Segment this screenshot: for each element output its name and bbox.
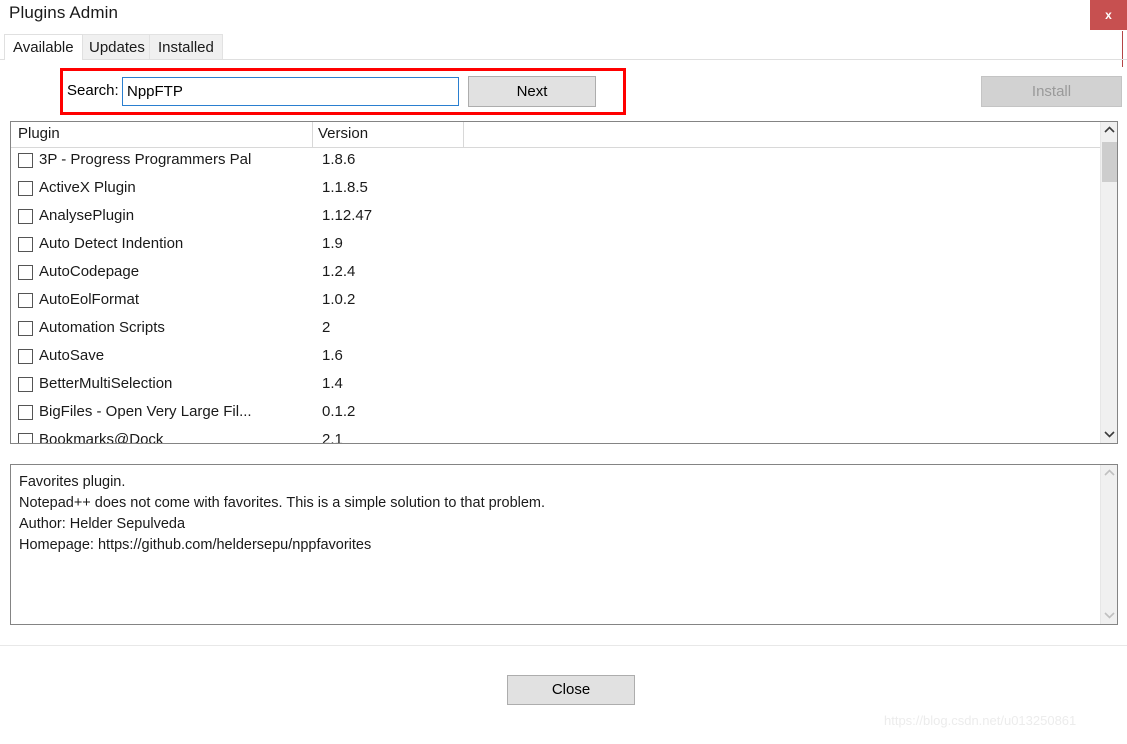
watermark-text: https://blog.csdn.net/u013250861 xyxy=(884,713,1077,728)
install-button[interactable]: Install xyxy=(981,76,1122,107)
plugin-checkbox[interactable] xyxy=(18,209,33,224)
plugin-version: 1.2.4 xyxy=(322,263,356,280)
plugin-checkbox[interactable] xyxy=(18,405,33,420)
plugin-name: AutoEolFormat xyxy=(39,291,140,308)
plugin-version: 1.9 xyxy=(322,235,343,252)
table-row[interactable]: AutoSave 1.6 xyxy=(11,344,1117,372)
close-button[interactable]: Close xyxy=(507,675,635,705)
table-row[interactable]: AnalysePlugin 1.12.47 xyxy=(11,204,1117,232)
plugin-name: 3P - Progress Programmers Pal xyxy=(39,151,252,168)
search-input[interactable] xyxy=(122,77,459,106)
plugin-name: Auto Detect Indention xyxy=(39,235,184,252)
plugin-checkbox[interactable] xyxy=(18,293,33,308)
plugin-name: BigFiles - Open Very Large Fil... xyxy=(39,403,252,420)
plugin-version: 1.4 xyxy=(322,375,343,392)
plugin-name: ActiveX Plugin xyxy=(39,179,136,196)
search-label: Search: xyxy=(67,82,119,99)
plugin-checkbox[interactable] xyxy=(18,433,33,443)
plugin-list-header: Plugin Version xyxy=(11,122,1117,148)
tab-available[interactable]: Available xyxy=(4,34,83,60)
next-button[interactable]: Next xyxy=(468,76,596,107)
tab-updates[interactable]: Updates xyxy=(80,34,154,59)
window-close-button[interactable]: x xyxy=(1090,0,1127,30)
tab-strip: Available Updates Installed xyxy=(0,34,1127,60)
table-row[interactable]: BigFiles - Open Very Large Fil... 0.1.2 xyxy=(11,400,1117,428)
plugin-checkbox[interactable] xyxy=(18,349,33,364)
plugin-name: AutoSave xyxy=(39,347,105,364)
column-divider-2[interactable] xyxy=(463,122,464,147)
plugin-name: AnalysePlugin xyxy=(39,207,135,224)
plugin-name: Automation Scripts xyxy=(39,319,165,336)
plugin-name: BetterMultiSelection xyxy=(39,375,173,392)
plugin-name: AutoCodepage xyxy=(39,263,140,280)
table-row[interactable]: BetterMultiSelection 1.4 xyxy=(11,372,1117,400)
close-x-icon: x xyxy=(1105,8,1112,22)
plugin-checkbox[interactable] xyxy=(18,321,33,336)
plugin-version: 1.1.8.5 xyxy=(322,179,368,196)
column-header-plugin: Plugin xyxy=(18,125,60,142)
plugin-list-panel: Plugin Version 3P - Progress Programmers… xyxy=(10,121,1118,444)
plugin-list-scrollbar[interactable] xyxy=(1100,122,1117,443)
description-scrollbar[interactable] xyxy=(1100,465,1117,624)
plugin-checkbox[interactable] xyxy=(18,377,33,392)
table-row[interactable]: Automation Scripts 2 xyxy=(11,316,1117,344)
table-row[interactable]: Bookmarks@Dock 2.1 xyxy=(11,428,1117,444)
plugins-admin-dialog: Plugins Admin x Available Updates Instal… xyxy=(0,0,1127,744)
description-text: Favorites plugin. Notepad++ does not com… xyxy=(19,474,546,553)
scroll-up-arrow-icon[interactable] xyxy=(1101,122,1117,139)
plugin-version: 0.1.2 xyxy=(322,403,356,420)
plugin-version: 1.12.47 xyxy=(322,207,373,224)
footer-separator xyxy=(0,645,1127,646)
tab-installed[interactable]: Installed xyxy=(149,34,223,59)
column-divider-1[interactable] xyxy=(312,122,313,147)
plugin-version: 1.6 xyxy=(322,347,343,364)
plugin-version: 1.8.6 xyxy=(322,151,356,168)
column-header-version: Version xyxy=(318,125,369,142)
description-scroll-up-arrow-icon[interactable] xyxy=(1101,465,1117,482)
title-bar: Plugins Admin x xyxy=(0,0,1127,31)
plugin-version: 2 xyxy=(322,319,331,336)
description-scroll-down-arrow-icon[interactable] xyxy=(1101,607,1117,624)
table-row[interactable]: 3P - Progress Programmers Pal 1.8.6 xyxy=(11,148,1117,176)
scroll-down-arrow-icon[interactable] xyxy=(1101,426,1117,443)
plugin-checkbox[interactable] xyxy=(18,265,33,280)
description-panel: Favorites plugin. Notepad++ does not com… xyxy=(10,464,1118,625)
plugin-checkbox[interactable] xyxy=(18,181,33,196)
plugin-version: 2.1 xyxy=(322,431,343,444)
table-row[interactable]: AutoCodepage 1.2.4 xyxy=(11,260,1117,288)
table-row[interactable]: AutoEolFormat 1.0.2 xyxy=(11,288,1117,316)
plugin-checkbox[interactable] xyxy=(18,237,33,252)
plugin-list-rows: 3P - Progress Programmers Pal 1.8.6 Active… xyxy=(11,148,1117,444)
plugin-version: 1.0.2 xyxy=(322,291,356,308)
table-row[interactable]: Auto Detect Indention 1.9 xyxy=(11,232,1117,260)
scroll-thumb[interactable] xyxy=(1102,142,1117,182)
page-title: Plugins Admin xyxy=(9,3,119,22)
table-row[interactable]: ActiveX Plugin 1.1.8.5 xyxy=(11,176,1117,204)
plugin-checkbox[interactable] xyxy=(18,153,33,168)
plugin-name: Bookmarks@Dock xyxy=(39,431,164,444)
